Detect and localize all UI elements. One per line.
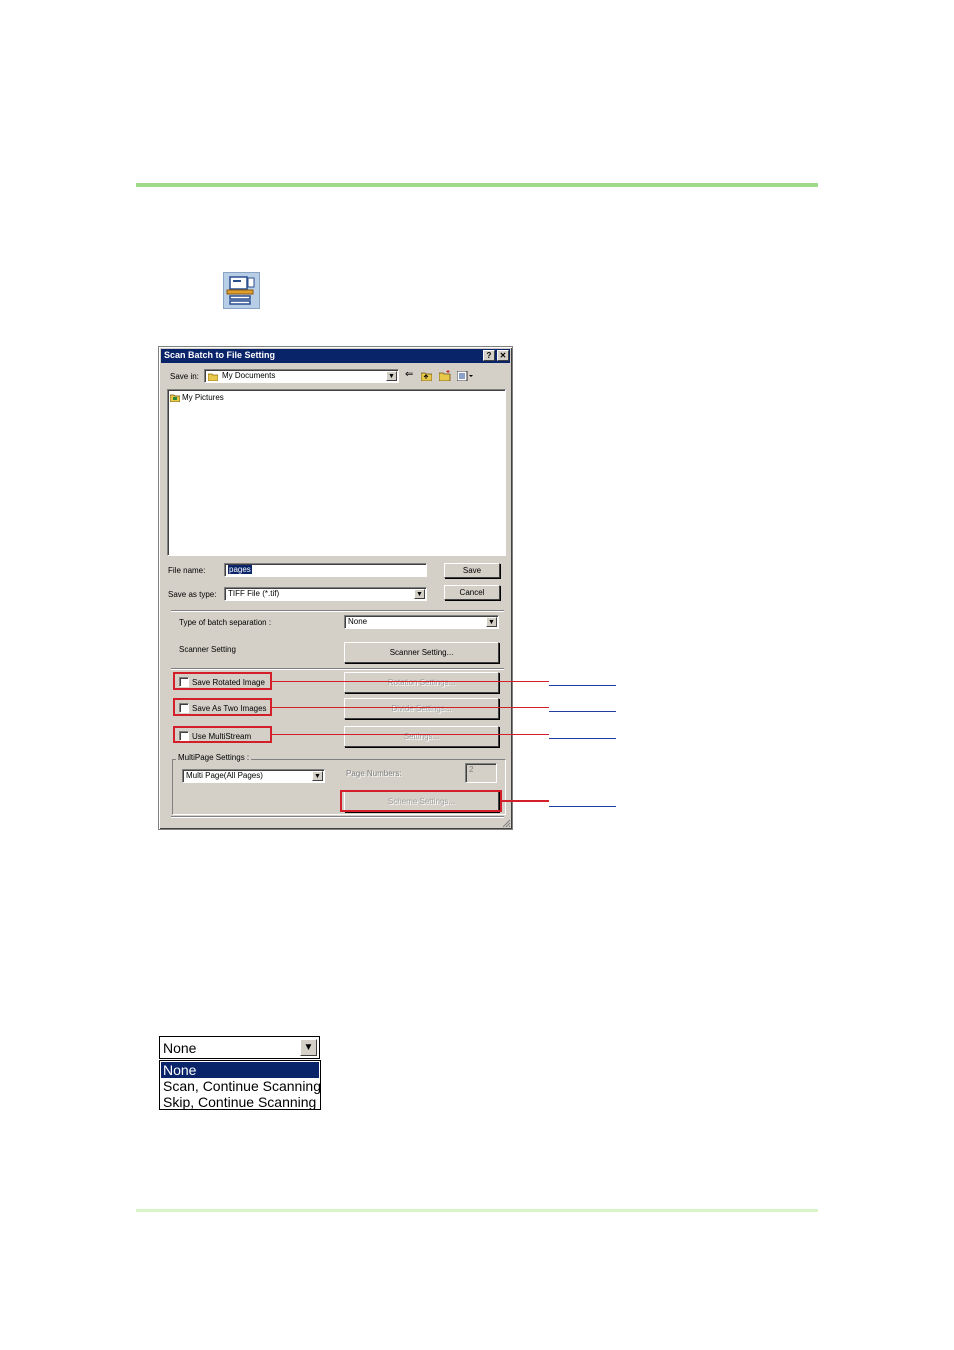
file-name-field[interactable]: pages <box>224 563 427 577</box>
folder-icon <box>208 373 218 381</box>
chevron-down-icon[interactable]: ▼ <box>386 371 397 381</box>
batch-separation-value: None <box>348 617 368 626</box>
multipage-value: Multi Page(All Pages) <box>186 771 263 780</box>
dialog-title: Scan Batch to File Setting <box>164 350 276 360</box>
scan-batch-dialog: Scan Batch to File Setting ? ✕ Save in: … <box>158 346 513 830</box>
view-menu-icon[interactable] <box>457 371 473 381</box>
help-button[interactable]: ? <box>483 350 495 361</box>
save-in-value: My Documents <box>222 371 276 380</box>
back-arrow-icon[interactable]: ⇐ <box>405 369 413 380</box>
multipage-group-label: MultiPage Settings : <box>176 753 252 762</box>
save-button[interactable]: Save <box>444 563 500 578</box>
dropdown-option[interactable]: Scan, Continue Scanning <box>161 1078 321 1094</box>
dropdown-option[interactable]: None <box>161 1062 319 1078</box>
dropdown-value: None <box>163 1040 197 1056</box>
pictures-folder-icon <box>170 394 180 402</box>
callout-line <box>272 707 549 708</box>
divider <box>171 610 504 612</box>
save-as-type-value: TIFF File (*.tif) <box>228 589 280 598</box>
callout-box-save-rotated <box>173 672 272 690</box>
dialog-titlebar: Scan Batch to File Setting ? ✕ <box>161 349 510 363</box>
batch-separation-dropdown-example: None ▼ None Scan, Continue Scanning Skip… <box>159 1036 321 1110</box>
divide-settings-button[interactable]: Divide Settings... <box>344 698 499 719</box>
callout-marker <box>549 685 616 686</box>
page-numbers-label: Page Numbers: <box>346 769 402 778</box>
rotation-settings-button[interactable]: Rotation Settings... <box>344 672 499 693</box>
scan-batch-to-file-icon <box>223 272 260 309</box>
chevron-down-icon[interactable]: ▼ <box>300 1039 317 1056</box>
save-as-type-label: Save as type: <box>168 590 217 599</box>
close-button[interactable]: ✕ <box>497 350 509 361</box>
list-item-label: My Pictures <box>182 393 224 402</box>
callout-marker <box>549 738 616 739</box>
callout-line <box>272 681 549 682</box>
page-numbers-value: 2 <box>469 765 474 774</box>
callout-marker <box>549 806 616 807</box>
file-list[interactable]: My Pictures <box>167 389 506 556</box>
dropdown-option[interactable]: Skip, Continue Scanning <box>161 1094 319 1110</box>
page-numbers-field[interactable]: 2 <box>465 763 497 783</box>
callout-line <box>502 800 549 802</box>
bottom-divider <box>136 1209 818 1212</box>
dropdown-list: None Scan, Continue Scanning Skip, Conti… <box>159 1060 321 1110</box>
save-in-combo[interactable]: My Documents ▼ <box>204 369 399 383</box>
save-in-label: Save in: <box>170 372 199 381</box>
up-folder-icon[interactable] <box>421 371 432 381</box>
divider <box>171 668 504 670</box>
cancel-button[interactable]: Cancel <box>444 585 500 600</box>
resize-grip-icon[interactable] <box>502 819 511 828</box>
chevron-down-icon[interactable]: ▼ <box>486 617 497 627</box>
callout-box-use-multistream <box>173 726 272 743</box>
batch-separation-label: Type of batch separation : <box>179 618 272 627</box>
multistream-settings-button[interactable]: Settings... <box>344 726 499 747</box>
chevron-down-icon[interactable]: ▼ <box>414 589 425 599</box>
multipage-combo[interactable]: Multi Page(All Pages) ▼ <box>182 769 325 783</box>
divider <box>171 816 504 818</box>
top-divider <box>136 183 818 187</box>
dropdown-combo[interactable]: None ▼ <box>159 1036 320 1059</box>
callout-line <box>272 734 549 735</box>
file-name-label: File name: <box>168 566 206 575</box>
new-folder-icon[interactable] <box>439 370 451 381</box>
callout-marker <box>549 711 616 712</box>
scanner-setting-button[interactable]: Scanner Setting... <box>344 642 499 663</box>
chevron-down-icon[interactable]: ▼ <box>312 771 323 781</box>
batch-separation-combo[interactable]: None ▼ <box>344 615 499 629</box>
file-name-value: pages <box>228 565 252 574</box>
callout-box-save-two-images <box>173 698 272 716</box>
scanner-setting-label: Scanner Setting <box>179 645 236 654</box>
callout-box-scheme-settings <box>340 790 502 812</box>
save-as-type-combo[interactable]: TIFF File (*.tif) ▼ <box>224 587 427 601</box>
